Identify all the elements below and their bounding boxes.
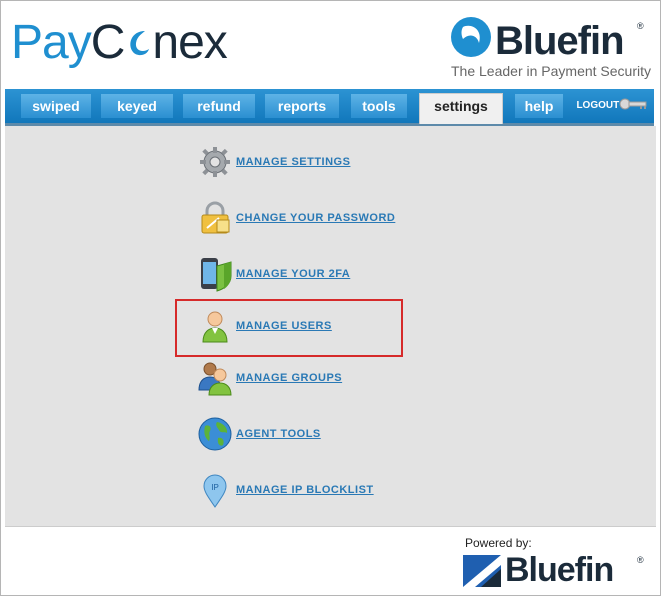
tab-keyed[interactable]: keyed [101, 94, 173, 118]
payconex-logo: PayC nex [11, 16, 228, 69]
tab-settings[interactable]: settings [419, 93, 503, 124]
agent-tools-link[interactable]: AGENT TOOLS [236, 428, 321, 440]
manage-groups-link[interactable]: MANAGE GROUPS [236, 372, 342, 384]
manage-2fa-link[interactable]: MANAGE YOUR 2FA [236, 268, 350, 280]
bluefin-header-logo: Bluefin ® The Leader in Payment Security [449, 13, 651, 83]
svg-text:IP: IP [211, 483, 219, 492]
swoosh-o-icon [130, 31, 150, 56]
users-icon [198, 362, 232, 396]
key-icon [619, 98, 647, 110]
lock-icon [201, 201, 230, 234]
logout-link[interactable]: LOGOUT [576, 98, 648, 111]
change-password-link[interactable]: CHANGE YOUR PASSWORD [236, 212, 395, 224]
globe-icon [198, 417, 232, 451]
gear-icon [200, 147, 230, 177]
powered-by-label: Powered by: [465, 536, 532, 550]
bluefin-square-icon [463, 555, 501, 587]
bluefin-footer-logo: Bluefin ® [463, 551, 653, 591]
tab-reports[interactable]: reports [265, 94, 339, 118]
highlight-box [175, 299, 403, 357]
tab-tools[interactable]: tools [351, 94, 407, 118]
manage-settings-link[interactable]: MANAGE SETTINGS [236, 156, 350, 168]
tab-swiped[interactable]: swiped [21, 94, 91, 118]
tab-help[interactable]: help [515, 94, 563, 118]
footer-divider [5, 526, 656, 527]
header: PayC nex Bluefin ® The Leader in Payment… [1, 1, 660, 89]
phone-shield-icon [201, 258, 232, 292]
ip-blocklist-link[interactable]: MANAGE IP BLOCKLIST [236, 484, 374, 496]
bluefin-fin-icon [451, 17, 491, 57]
app-frame: PayC nex Bluefin ® The Leader in Payment… [0, 0, 661, 596]
main-nav: swiped keyed refund reports tools settin… [5, 89, 654, 126]
tab-refund[interactable]: refund [183, 94, 255, 118]
ip-pin-icon: IP [203, 474, 227, 508]
